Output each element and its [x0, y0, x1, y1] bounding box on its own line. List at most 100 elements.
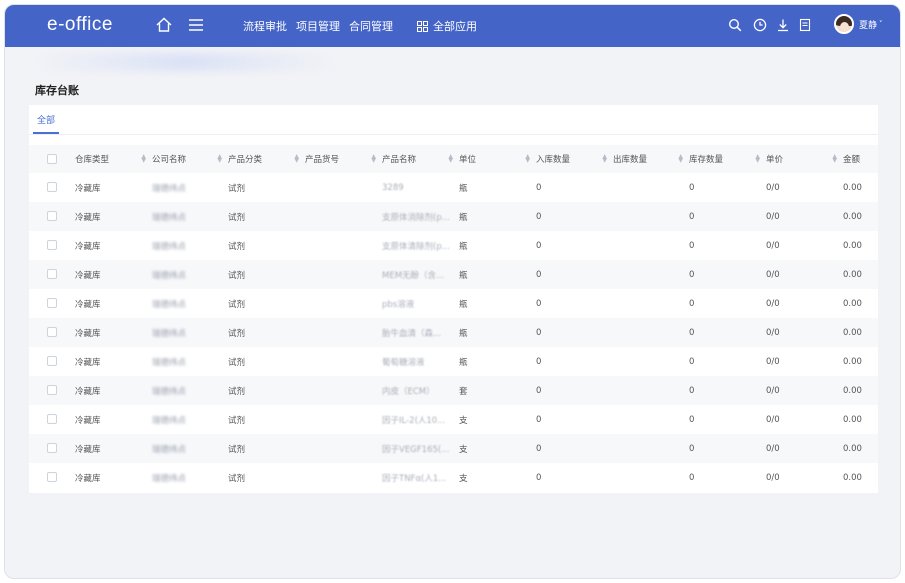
sort-icon[interactable]: ▲ ▼	[525, 154, 530, 164]
row-checkbox[interactable]	[47, 472, 57, 483]
sort-icon[interactable]: ▲ ▼	[832, 154, 837, 164]
cell-amount: 0.00	[843, 173, 878, 202]
row-checkbox[interactable]	[47, 385, 57, 396]
user-menu[interactable]: 夏静 ˅	[834, 14, 883, 34]
sort-icon[interactable]: ▲ ▼	[217, 154, 222, 164]
cell-company: 瑞德纬点	[152, 463, 228, 492]
sort-icon[interactable]: ▲ ▼	[371, 154, 376, 164]
table-row[interactable]: 冷藏库 瑞德纬点 试剂 MEM无酚（含... 瓶 0 0 0/0 0.00	[29, 260, 878, 289]
table-row[interactable]: 冷藏库 瑞德纬点 试剂 支原体消除剂(p... 瓶 0 0 0/0 0.00	[29, 202, 878, 231]
row-checkbox[interactable]	[47, 414, 57, 425]
sort-icon[interactable]: ▲ ▼	[602, 154, 607, 164]
table-row[interactable]: 冷藏库 瑞德纬点 试剂 葡萄糖溶液瓶 0 0 0/0 0.00	[29, 347, 878, 376]
col-header-out-qty[interactable]: 出库数量 ▲ ▼	[613, 145, 689, 173]
nav-item-workflow[interactable]: 流程审批	[243, 18, 287, 34]
table-header: 仓库类型 ▲ ▼ 公司名称 ▲ ▼ 产品分类 ▲ ▼ 产品货号 ▲ ▼ 产品名称 ▲ ▼ 单位 ▲ ▼ …	[29, 145, 878, 173]
cell-warehouse: 冷藏库	[75, 376, 152, 405]
sort-icon[interactable]: ▲ ▼	[755, 154, 760, 164]
cell-warehouse: 冷藏库	[75, 231, 152, 260]
cell-price: 0/0	[766, 289, 843, 318]
table-row[interactable]: 冷藏库 瑞德纬点 试剂 pbs溶液瓶 0 0 0/0 0.00	[29, 289, 878, 318]
notice-banner	[35, 53, 335, 71]
cell-unit: 瓶	[459, 231, 536, 260]
sort-icon[interactable]: ▲ ▼	[448, 154, 453, 164]
cell-amount: 0.00	[843, 231, 878, 260]
row-checkbox[interactable]	[47, 443, 57, 454]
row-checkbox[interactable]	[47, 211, 57, 222]
cell-product: MEM无酚（含...	[382, 260, 459, 289]
col-header-price[interactable]: 单价 ▲ ▼	[766, 145, 843, 173]
menu-icon[interactable]	[188, 17, 204, 33]
cell-in-qty: 0	[536, 347, 613, 376]
table-row[interactable]: 冷藏库 瑞德纬点 试剂 因子VEGF165(... 支 0 0 0/0 0.00	[29, 434, 878, 463]
table-row[interactable]: 冷藏库 瑞德纬点 试剂 胎牛血清（森... 瓶 0 0 0/0 0.00	[29, 318, 878, 347]
sort-icon[interactable]: ▲ ▼	[678, 154, 683, 164]
cell-unit: 支	[459, 405, 536, 434]
cell-stock-qty: 0	[689, 173, 766, 202]
col-header-category[interactable]: 产品分类 ▲ ▼	[228, 145, 305, 173]
clock-icon[interactable]	[753, 18, 767, 32]
cell-stock-qty: 0	[689, 347, 766, 376]
cell-warehouse: 冷藏库	[75, 347, 152, 376]
sort-icon[interactable]: ▲ ▼	[141, 154, 146, 164]
nav-item-contracts[interactable]: 合同管理	[349, 18, 393, 34]
cell-product: 支原体清除剂(p...	[382, 231, 459, 260]
cell-amount: 0.00	[843, 434, 878, 463]
col-header-warehouse[interactable]: 仓库类型 ▲ ▼	[75, 145, 152, 173]
home-icon[interactable]	[155, 16, 173, 34]
user-name: 夏静	[859, 20, 878, 31]
cell-sku	[305, 260, 382, 289]
table-row[interactable]: 冷藏库 瑞德纬点 试剂 内皮（ECM）套 0 0 0/0 0.00	[29, 376, 878, 405]
row-checkbox[interactable]	[47, 182, 57, 193]
col-header-sku[interactable]: 产品货号 ▲ ▼	[305, 145, 382, 173]
app-logo[interactable]: e-office	[47, 14, 113, 36]
cell-unit: 瓶	[459, 318, 536, 347]
col-header-stock-qty[interactable]: 库存数量 ▲ ▼	[689, 145, 766, 173]
cell-stock-qty: 0	[689, 202, 766, 231]
cell-in-qty: 0	[536, 231, 613, 260]
cell-in-qty: 0	[536, 434, 613, 463]
app-window: e-office 流程审批 项目管理 合同管理 全部应用 夏静 ˅ 库存台账 全…	[4, 4, 901, 579]
cell-warehouse: 冷藏库	[75, 463, 152, 492]
cell-in-qty: 0	[536, 202, 613, 231]
cell-product: 支原体消除剂(p...	[382, 202, 459, 231]
row-checkbox[interactable]	[47, 298, 57, 309]
nav-item-projects[interactable]: 项目管理	[296, 18, 340, 34]
row-checkbox[interactable]	[47, 327, 57, 338]
row-checkbox[interactable]	[47, 356, 57, 367]
table-row[interactable]: 冷藏库 瑞德纬点 试剂 因子TNFα(人1... 支 0 0 0/0 0.00	[29, 463, 878, 492]
cell-out-qty	[613, 405, 689, 434]
row-checkbox[interactable]	[47, 269, 57, 280]
col-header-company[interactable]: 公司名称 ▲ ▼	[152, 145, 228, 173]
cell-unit: 套	[459, 376, 536, 405]
cell-company: 瑞德纬点	[152, 405, 228, 434]
cell-category: 试剂	[228, 347, 305, 376]
document-icon[interactable]	[798, 18, 812, 32]
select-all-checkbox[interactable]	[47, 153, 57, 164]
col-header-unit[interactable]: 单位 ▲ ▼	[459, 145, 536, 173]
download-icon[interactable]	[776, 18, 790, 32]
cell-product: 因子VEGF165(...	[382, 434, 459, 463]
cell-company: 瑞德纬点	[152, 434, 228, 463]
cell-product: 因子TNFα(人1...	[382, 463, 459, 492]
row-checkbox[interactable]	[47, 240, 57, 251]
tab-all[interactable]: 全部	[33, 113, 60, 134]
col-header-product[interactable]: 产品名称 ▲ ▼	[382, 145, 459, 173]
all-apps-button[interactable]: 全部应用	[417, 5, 477, 47]
search-icon[interactable]	[728, 18, 742, 32]
table-row[interactable]: 冷藏库 瑞德纬点 试剂 因子IL-2(人10... 支 0 0 0/0 0.00	[29, 405, 878, 434]
cell-price: 0/0	[766, 463, 843, 492]
inventory-table: 仓库类型 ▲ ▼ 公司名称 ▲ ▼ 产品分类 ▲ ▼ 产品货号 ▲ ▼ 产品名称 ▲ ▼ 单位 ▲ ▼ …	[29, 145, 878, 492]
cell-in-qty: 0	[536, 463, 613, 492]
cell-stock-qty: 0	[689, 289, 766, 318]
cell-sku	[305, 318, 382, 347]
table-row[interactable]: 冷藏库 瑞德纬点 试剂 3289 瓶 0 0 0/0 0.00	[29, 173, 878, 202]
table-row[interactable]: 冷藏库 瑞德纬点 试剂 支原体清除剂(p... 瓶 0 0 0/0 0.00	[29, 231, 878, 260]
cell-out-qty	[613, 260, 689, 289]
cell-sku	[305, 405, 382, 434]
col-header-amount[interactable]: 金额	[843, 145, 878, 173]
cell-out-qty	[613, 376, 689, 405]
col-header-in-qty[interactable]: 入库数量 ▲ ▼	[536, 145, 613, 173]
sort-icon[interactable]: ▲ ▼	[294, 154, 299, 164]
cell-unit: 瓶	[459, 260, 536, 289]
